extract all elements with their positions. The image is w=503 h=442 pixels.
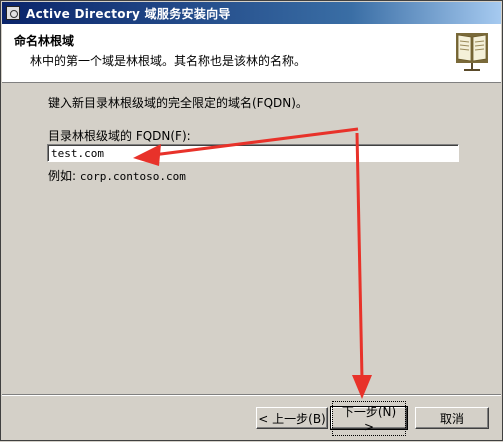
fqdn-label: 目录林根级域的 FQDN(F): [48,129,191,143]
app-icon [6,6,20,20]
next-button[interactable]: 下一步(N) > [330,400,408,436]
instruction-text: 键入新目录林根级域的完全限定的域名(FQDN)。 [48,96,308,110]
example-text: 例如: corp.contoso.com [48,167,186,184]
title-bar[interactable]: Active Directory 域服务安装向导 [2,2,501,24]
footer-separator [2,394,501,396]
cancel-button[interactable]: 取消 [415,407,489,429]
page-title: 命名林根域 [14,34,75,48]
fqdn-input[interactable] [47,144,459,162]
window-title: Active Directory 域服务安装向导 [26,6,231,21]
page-subtitle: 林中的第一个域是林根域。其名称也是该林的名称。 [30,54,307,68]
wizard-window: Active Directory 域服务安装向导 命名林根域 林中的第一个域是林… [0,0,503,441]
back-button[interactable]: < 上一步(B) [256,407,328,429]
example-value: corp.contoso.com [79,170,186,183]
wizard-header: 命名林根域 林中的第一个域是林根域。其名称也是该林的名称。 [2,24,501,83]
book-icon [456,33,488,71]
next-button-label: 下一步(N) > [332,400,406,436]
example-prefix: 例如: [48,169,77,183]
